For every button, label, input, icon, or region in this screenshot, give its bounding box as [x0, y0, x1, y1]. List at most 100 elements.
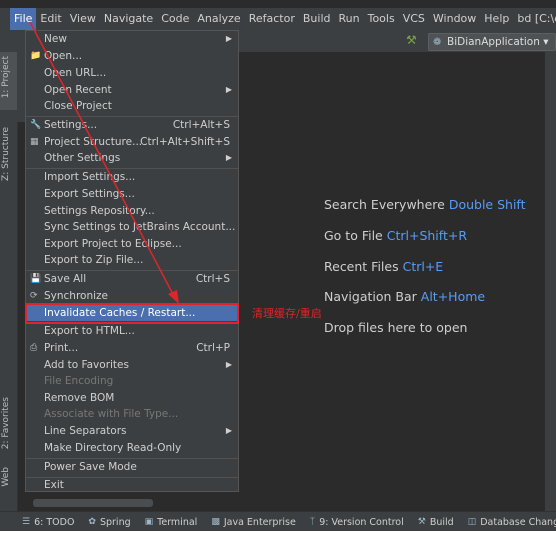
- menu-item-associate-file-type: Associate with File Type...: [26, 406, 238, 422]
- menu-item-settings-repository-label: Settings Repository...: [44, 205, 155, 217]
- project-structure-icon: ▦: [30, 137, 39, 147]
- menu-item-add-favorites[interactable]: Add to Favorites ▶: [26, 357, 238, 373]
- hint-recent-label: Recent Files: [324, 259, 399, 274]
- hint-recent-key: Ctrl+E: [402, 259, 444, 274]
- menu-item-open-label: Open...: [44, 50, 83, 62]
- menu-item-project-structure-label: Project Structure...: [44, 136, 143, 148]
- run-configuration-select[interactable]: ❁ BiDianApplication ▾: [428, 33, 556, 51]
- tool-tab-todo-label: 6: TODO: [34, 516, 75, 528]
- menu-item-open[interactable]: 📁 Open...: [26, 48, 238, 64]
- menu-file[interactable]: File: [10, 8, 37, 30]
- menu-view[interactable]: View: [66, 8, 100, 30]
- terminal-icon: ▣: [144, 517, 154, 527]
- menu-help[interactable]: Help: [480, 8, 513, 30]
- menu-item-save-all[interactable]: 💾 Save All Ctrl+S: [26, 271, 238, 287]
- menu-item-settings[interactable]: 🔧 Settings... Ctrl+Alt+S: [26, 117, 238, 133]
- menu-item-remove-bom[interactable]: Remove BOM: [26, 390, 238, 406]
- menu-item-remove-bom-label: Remove BOM: [44, 392, 115, 404]
- hint-goto-key: Ctrl+Shift+R: [386, 228, 468, 243]
- menu-item-export-eclipse-label: Export Project to Eclipse...: [44, 238, 182, 250]
- menu-item-new[interactable]: New ▶: [26, 31, 238, 47]
- menu-item-exit-label: Exit: [44, 479, 64, 491]
- menu-item-export-zip-label: Export to Zip File...: [44, 254, 144, 266]
- menu-item-project-structure[interactable]: ▦ Project Structure... Ctrl+Alt+Shift+S: [26, 134, 238, 150]
- hint-recent-files: Recent Files Ctrl+E: [324, 259, 443, 274]
- menu-item-export-eclipse[interactable]: Export Project to Eclipse...: [26, 236, 238, 252]
- menu-navigate[interactable]: Navigate: [100, 8, 157, 30]
- tool-tab-database-changes[interactable]: ◫Database Changes: [468, 517, 556, 528]
- tool-tab-structure[interactable]: Z: Structure: [1, 127, 11, 181]
- menu-item-print[interactable]: ⎙ Print... Ctrl+P: [26, 340, 238, 356]
- menu-item-synchronize[interactable]: ⟳ Synchronize: [26, 288, 238, 304]
- tool-tab-database-changes-label: Database Changes: [480, 516, 556, 528]
- database-icon: ◫: [467, 517, 477, 527]
- menu-item-sync-settings[interactable]: Sync Settings to JetBrains Account...: [26, 219, 238, 235]
- build-hammer-icon[interactable]: ⚒: [406, 33, 417, 47]
- hint-search-label: Search Everywhere: [324, 197, 445, 212]
- submenu-arrow-icon: ▶: [225, 85, 232, 94]
- tool-tab-version-control[interactable]: ᛉ 9: Version Control: [310, 517, 404, 528]
- menu-item-open-url-label: Open URL...: [44, 67, 107, 79]
- ide-window: File Edit View Navigate Code Analyze Ref…: [0, 0, 556, 539]
- menu-item-export-settings[interactable]: Export Settings...: [26, 186, 238, 202]
- menu-item-line-separators[interactable]: Line Separators ▶: [26, 423, 238, 439]
- tool-tab-favorites[interactable]: 2: Favorites: [1, 397, 11, 449]
- menu-run[interactable]: Run: [335, 8, 364, 30]
- spring-boot-icon: ❁: [433, 37, 442, 48]
- tool-tab-spring-label: Spring: [99, 516, 131, 528]
- annotation-highlight-box: [25, 303, 239, 324]
- tool-tab-build-label: Build: [429, 516, 454, 528]
- tool-tab-java-enterprise[interactable]: ▩ Java Enterprise: [211, 517, 295, 528]
- menu-window[interactable]: Window: [429, 8, 480, 30]
- menu-edit[interactable]: Edit: [36, 8, 65, 30]
- menu-item-make-readonly-label: Make Directory Read-Only: [44, 442, 182, 454]
- menu-item-open-recent[interactable]: Open Recent ▶: [26, 82, 238, 98]
- menu-build[interactable]: Build: [299, 8, 335, 30]
- menu-item-export-settings-label: Export Settings...: [44, 188, 135, 200]
- annotation-note: 清理缓存/重启: [252, 307, 322, 320]
- menu-item-settings-label: Settings...: [44, 119, 98, 131]
- menu-item-other-settings[interactable]: Other Settings ▶: [26, 150, 238, 166]
- menu-item-import-settings-label: Import Settings...: [44, 171, 136, 183]
- menu-item-exit[interactable]: Exit: [26, 477, 238, 493]
- tool-tab-terminal[interactable]: ▣ Terminal: [145, 517, 198, 528]
- menu-tools[interactable]: Tools: [364, 8, 399, 30]
- tool-tab-build[interactable]: ⚒ Build: [418, 517, 454, 528]
- menu-item-add-favorites-label: Add to Favorites: [44, 359, 129, 371]
- tool-tab-todo[interactable]: ☰ 6: TODO: [22, 517, 74, 528]
- wrench-icon: 🔧: [30, 120, 42, 130]
- menu-item-import-settings[interactable]: Import Settings...: [26, 169, 238, 185]
- hint-go-to-file: Go to File Ctrl+Shift+R: [324, 228, 467, 243]
- tool-tab-project[interactable]: 1: Project: [0, 52, 17, 110]
- submenu-arrow-icon: ▶: [225, 34, 232, 43]
- menu-item-export-html[interactable]: Export to HTML...: [26, 323, 238, 339]
- submenu-arrow-icon: ▶: [225, 426, 232, 435]
- menu-item-export-zip[interactable]: Export to Zip File...: [26, 252, 238, 268]
- hint-navbar-key: Alt+Home: [420, 289, 486, 304]
- menu-item-make-readonly[interactable]: Make Directory Read-Only: [26, 440, 238, 456]
- menu-analyze[interactable]: Analyze: [193, 8, 244, 30]
- menu-item-close-project[interactable]: Close Project: [26, 98, 238, 114]
- menu-item-new-label: New: [44, 33, 67, 45]
- menu-item-export-html-label: Export to HTML...: [44, 325, 135, 337]
- print-icon: ⎙: [30, 343, 38, 353]
- spring-icon: ✿: [88, 517, 96, 527]
- menu-item-power-save[interactable]: Power Save Mode: [26, 459, 238, 475]
- menu-item-open-url[interactable]: Open URL...: [26, 65, 238, 81]
- hint-goto-label: Go to File: [324, 228, 383, 243]
- menu-item-save-all-label: Save All: [44, 273, 87, 285]
- window-title: bd [C:\develop: [517, 12, 556, 25]
- tool-tab-java-enterprise-label: Java Enterprise: [223, 516, 296, 528]
- left-tool-window-strip: 1: Project Z: Structure 2: Favorites Web: [0, 52, 18, 511]
- tool-tab-version-control-label: 9: Version Control: [319, 516, 404, 528]
- menu-item-save-all-shortcut: Ctrl+S: [195, 273, 230, 285]
- tool-tab-web[interactable]: Web: [1, 467, 11, 487]
- menu-vcs[interactable]: VCS: [399, 8, 429, 30]
- tool-tab-spring[interactable]: ✿ Spring: [88, 517, 130, 528]
- menu-item-close-project-label: Close Project: [44, 100, 112, 112]
- horizontal-scrollbar[interactable]: [33, 499, 153, 507]
- menu-code[interactable]: Code: [157, 8, 193, 30]
- menu-item-settings-repository[interactable]: Settings Repository...: [26, 203, 238, 219]
- hint-navbar-label: Navigation Bar: [324, 289, 417, 304]
- menu-refactor[interactable]: Refactor: [245, 8, 299, 30]
